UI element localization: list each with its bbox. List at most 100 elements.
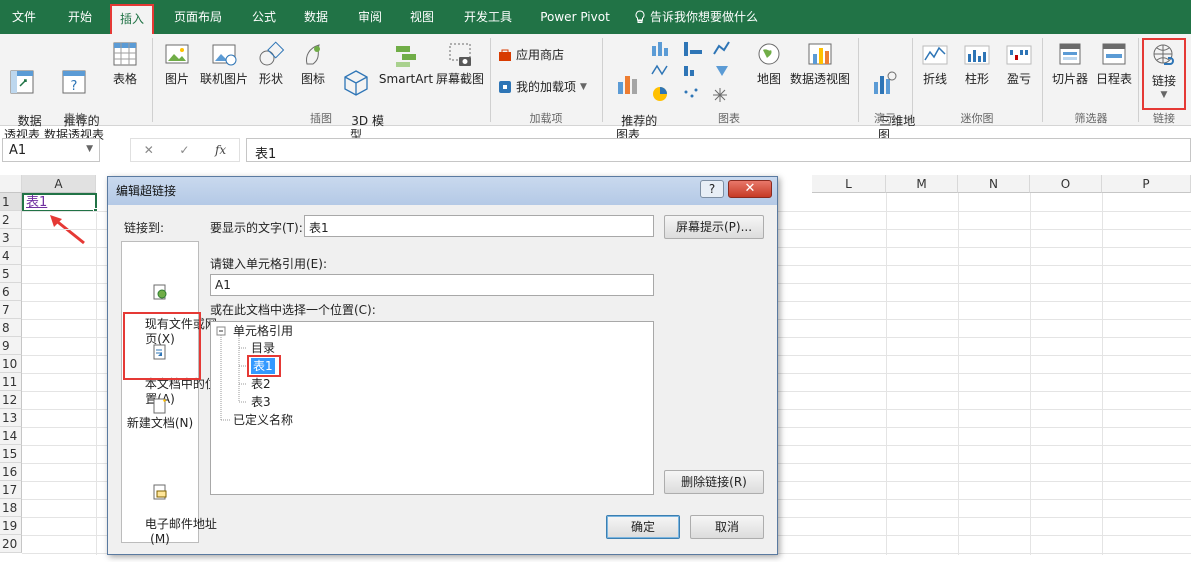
row-header-9[interactable]: 9 <box>0 337 22 355</box>
tab-data[interactable]: 数据 <box>296 0 336 34</box>
screenshot-icon <box>449 43 471 66</box>
remove-link-button[interactable]: 删除链接(R) <box>664 470 764 494</box>
group-label-filters: 筛选器 <box>1074 112 1108 125</box>
maps-button[interactable]: 地图 <box>752 40 786 86</box>
edit-hyperlink-dialog: 编辑超链接 ? ✕ 链接到: 现有文件或网 页(X) 本文档中的位 置(A) 新… <box>107 176 778 555</box>
row-header-6[interactable]: 6 <box>0 283 22 301</box>
cell-ref-input[interactable]: A1 <box>210 274 654 296</box>
cell-a1[interactable]: 表1 <box>22 193 97 212</box>
tab-formulas[interactable]: 公式 <box>244 0 284 34</box>
tab-home[interactable]: 开始 <box>60 0 100 34</box>
tree-node-sheet3[interactable]: 表3 <box>251 394 271 410</box>
table-button[interactable]: 表格 <box>108 40 142 86</box>
formula-input[interactable]: 表1 <box>246 138 1191 162</box>
check-icon[interactable]: ✓ <box>179 143 189 157</box>
separator <box>1042 38 1043 122</box>
row-header-18[interactable]: 18 <box>0 499 22 517</box>
row-header-5[interactable]: 5 <box>0 265 22 283</box>
sparkline-column-button[interactable]: 柱形 <box>960 40 994 86</box>
close-button[interactable]: ✕ <box>728 180 772 198</box>
row-header-19[interactable]: 19 <box>0 517 22 535</box>
tell-me-search[interactable]: 告诉我你想要做什么 <box>634 0 774 34</box>
row-header-15[interactable]: 15 <box>0 445 22 463</box>
tab-view[interactable]: 视图 <box>402 0 442 34</box>
row-header-8[interactable]: 8 <box>0 319 22 337</box>
formula-buttons: ✕ ✓ fx <box>130 138 240 162</box>
row-header-12[interactable]: 12 <box>0 391 22 409</box>
icons-button[interactable]: 图标 <box>296 40 330 86</box>
column-header-a[interactable]: A <box>22 175 96 193</box>
link-new-document[interactable]: 新建文档(N) <box>122 398 198 431</box>
link-email-address[interactable]: 电子邮件地址 (M) <box>122 454 217 562</box>
select-all-corner[interactable] <box>0 175 22 193</box>
smartart-button[interactable]: SmartArt <box>378 40 434 86</box>
cancel-x-icon[interactable]: ✕ <box>144 143 154 157</box>
my-addins-button[interactable]: 我的加载项 ▼ <box>498 78 587 95</box>
ok-button[interactable]: 确定 <box>606 515 680 539</box>
slicer-button[interactable]: 切片器 <box>1048 40 1092 86</box>
display-text-input[interactable]: 表1 <box>304 215 654 237</box>
pivot-chart-icon <box>808 43 832 65</box>
row-header-14[interactable]: 14 <box>0 427 22 445</box>
store-button[interactable]: 应用商店 <box>498 46 564 63</box>
row-header-11[interactable]: 11 <box>0 373 22 391</box>
row-header-7[interactable]: 7 <box>0 301 22 319</box>
separator <box>912 38 913 122</box>
pivot-chart-button[interactable]: 数据透视图 <box>788 40 852 86</box>
online-picture-button[interactable]: 联机图片 <box>198 40 250 86</box>
formula-bar: A1 ▼ ✕ ✓ fx 表1 <box>0 137 1191 165</box>
screenshot-button[interactable]: 屏幕截图 <box>434 40 486 86</box>
row-header-13[interactable]: 13 <box>0 409 22 427</box>
pivot-table-icon <box>10 70 34 94</box>
column-header-o[interactable]: O <box>1030 175 1102 193</box>
place-label: 或在此文档中选择一个位置(C): <box>210 303 376 317</box>
recommended-charts-icon <box>618 76 637 94</box>
group-label-charts: 图表 <box>718 112 740 125</box>
column-header-m[interactable]: M <box>886 175 958 193</box>
link-button[interactable]: 链接 ▼ <box>1142 38 1186 110</box>
row-header-2[interactable]: 2 <box>0 211 22 229</box>
column-header-p[interactable]: P <box>1102 175 1191 193</box>
chart-type-gallery[interactable] <box>650 38 746 108</box>
row-header-1[interactable]: 1 <box>0 193 22 211</box>
tree-node-sheet2[interactable]: 表2 <box>251 376 271 392</box>
row-header-4[interactable]: 4 <box>0 247 22 265</box>
separator <box>1138 38 1139 122</box>
sparkline-winloss-button[interactable]: 盈亏 <box>1002 40 1036 86</box>
row-header-16[interactable]: 16 <box>0 463 22 481</box>
help-button[interactable]: ? <box>700 180 724 198</box>
tab-developer[interactable]: 开发工具 <box>456 0 520 34</box>
row-header-3[interactable]: 3 <box>0 229 22 247</box>
picture-button[interactable]: 图片 <box>160 40 194 86</box>
tab-insert[interactable]: 插入 <box>110 4 154 34</box>
row-header-20[interactable]: 20 <box>0 535 22 553</box>
cancel-button[interactable]: 取消 <box>690 515 764 539</box>
tree-node-defined-names[interactable]: 已定义名称 <box>233 412 293 428</box>
row-header-17[interactable]: 17 <box>0 481 22 499</box>
sparkline-line-icon <box>922 45 948 65</box>
group-label-links: 链接 <box>1153 112 1175 125</box>
fx-button[interactable]: fx <box>215 143 226 157</box>
table-icon <box>113 42 137 66</box>
name-box[interactable]: A1 ▼ <box>2 138 100 162</box>
tab-page-layout[interactable]: 页面布局 <box>168 0 228 34</box>
column-header-l[interactable]: L <box>812 175 886 193</box>
chart-types-icon <box>651 41 730 102</box>
column-header-n[interactable]: N <box>958 175 1030 193</box>
separator <box>602 38 603 122</box>
highlight-box <box>123 312 201 380</box>
tab-file[interactable]: 文件 <box>4 0 44 34</box>
screentip-button[interactable]: 屏幕提示(P)... <box>664 215 764 239</box>
tab-review[interactable]: 审阅 <box>350 0 390 34</box>
slicer-icon <box>1059 43 1081 65</box>
row-header-10[interactable]: 10 <box>0 355 22 373</box>
icons-icon <box>306 44 320 65</box>
tree-node-cell-reference[interactable]: 单元格引用 <box>233 323 293 339</box>
sparkline-line-button[interactable]: 折线 <box>918 40 952 86</box>
highlight-box <box>247 355 281 377</box>
shapes-button[interactable]: 形状 <box>254 40 288 86</box>
timeline-button[interactable]: 日程表 <box>1094 40 1134 86</box>
tree-node-toc[interactable]: 目录 <box>251 340 275 356</box>
sparkline-winloss-icon <box>1006 45 1032 65</box>
tab-power-pivot[interactable]: Power Pivot <box>534 0 616 34</box>
